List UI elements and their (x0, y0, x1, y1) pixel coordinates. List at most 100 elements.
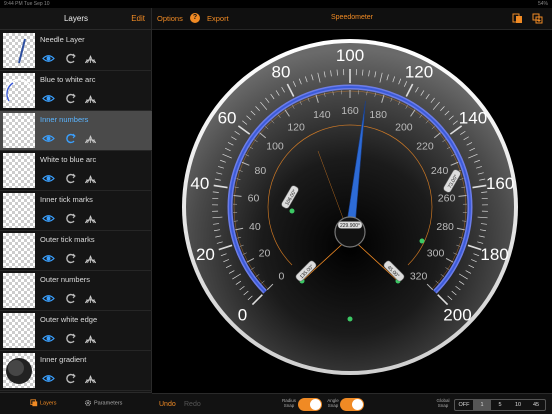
link-icon[interactable] (64, 91, 77, 104)
layer-thumbnail (3, 73, 35, 108)
snap-option[interactable]: OFF (455, 400, 473, 410)
grid-icon[interactable] (84, 291, 97, 304)
eye-icon[interactable] (42, 371, 55, 382)
edit-button[interactable]: Edit (131, 14, 145, 23)
center-angle-text: 229.900° (340, 223, 360, 229)
undo-button[interactable]: Undo (159, 401, 176, 408)
tab-parameters[interactable]: Parameters (84, 399, 122, 407)
global-snap-label: Global Snap (436, 398, 450, 408)
eye-icon[interactable] (42, 251, 55, 262)
eye-icon[interactable] (42, 171, 55, 182)
grid-icon[interactable] (84, 371, 97, 384)
angle-snap-toggle[interactable] (340, 398, 364, 411)
inner-number: 40 (249, 221, 261, 233)
design-canvas[interactable]: 0 20 40 60 80 100 120 140 160 180 200 0 20 40 60 80 100… (152, 31, 552, 393)
inner-number: 140 (313, 109, 331, 121)
snap-option[interactable]: 45 (527, 400, 545, 410)
layer-thumbnail (3, 273, 35, 308)
layer-row[interactable]: Inner tick marks (0, 191, 152, 231)
link-icon[interactable] (64, 171, 77, 184)
layer-thumbnail (3, 193, 35, 228)
layer-controls (42, 171, 102, 184)
layer-name: Inner numbers (40, 115, 89, 124)
outer-number: 160 (486, 174, 514, 193)
global-snap-selector: OFF 1 5 10 45 (454, 399, 546, 411)
layer-name: Outer numbers (40, 275, 91, 284)
top-toolbar: Options ? Export Speedometer (152, 8, 552, 30)
inner-number: 120 (287, 121, 305, 133)
outer-number: 80 (272, 63, 291, 82)
duplicate-icon[interactable] (532, 13, 543, 24)
layer-thumbnail (3, 33, 35, 68)
status-bar: 9:44 PM Tue Sep 10 54% (0, 0, 552, 8)
inner-number: 260 (438, 192, 456, 204)
grid-icon[interactable] (84, 131, 97, 144)
radius-snap-toggle[interactable] (298, 398, 322, 411)
eye-icon[interactable] (42, 51, 55, 62)
layer-controls (42, 291, 102, 304)
handle-bottom[interactable] (347, 316, 353, 322)
outer-number: 0 (238, 305, 247, 324)
inner-number: 0 (278, 271, 284, 283)
snap-option[interactable]: 5 (491, 400, 509, 410)
grid-icon[interactable] (84, 171, 97, 184)
layer-row[interactable]: White to blue arc (0, 151, 152, 191)
outer-number: 40 (190, 174, 209, 193)
layer-controls (42, 51, 102, 64)
layer-row[interactable]: Outer white edge (0, 311, 152, 351)
layer-controls (42, 331, 102, 344)
link-icon[interactable] (64, 291, 77, 304)
inner-number: 20 (259, 248, 271, 260)
grid-icon[interactable] (84, 51, 97, 64)
handle-far-right[interactable] (419, 238, 425, 244)
layer-row[interactable]: Needle Layer (0, 31, 152, 71)
layer-row[interactable]: Outer tick marks (0, 231, 152, 271)
center-angle-label: 229.900° (337, 221, 363, 229)
layer-thumbnail (3, 233, 35, 268)
link-icon[interactable] (64, 251, 77, 264)
layer-thumbnail (3, 153, 35, 188)
layer-controls (42, 131, 102, 144)
sidebar-title: Layers (63, 14, 88, 23)
outer-number: 60 (218, 109, 237, 128)
layers-icon (30, 399, 38, 407)
grid-icon[interactable] (84, 211, 97, 224)
link-icon[interactable] (64, 51, 77, 64)
outer-number: 20 (196, 245, 215, 264)
layer-name: Blue to white arc (40, 75, 96, 84)
eye-icon[interactable] (42, 331, 55, 342)
redo-button[interactable]: Redo (184, 401, 201, 408)
tab-layers[interactable]: Layers (30, 399, 57, 407)
speedometer-gauge[interactable]: 020406080100120140160180200 020406080100… (180, 37, 520, 377)
outer-number: 100 (336, 46, 364, 65)
layer-row[interactable]: Inner gradient (0, 351, 152, 391)
gear-icon (84, 399, 92, 407)
handle-far-left[interactable] (289, 208, 295, 214)
grid-icon[interactable] (84, 91, 97, 104)
inner-number: 80 (255, 165, 267, 177)
bottom-bar: Undo Redo Radius Snap Angle Snap Global … (152, 393, 552, 414)
snap-option[interactable]: 1 (473, 400, 491, 410)
link-icon[interactable] (64, 131, 77, 144)
link-icon[interactable] (64, 371, 77, 384)
layer-controls (42, 91, 102, 104)
link-icon[interactable] (64, 211, 77, 224)
eye-icon[interactable] (42, 131, 55, 142)
sidebar-header: Layers Edit (0, 8, 152, 30)
eye-icon[interactable] (42, 211, 55, 222)
inner-number: 60 (248, 192, 260, 204)
layer-thumbnail (3, 313, 35, 348)
snap-option[interactable]: 10 (509, 400, 527, 410)
link-icon[interactable] (64, 331, 77, 344)
grid-icon[interactable] (84, 251, 97, 264)
eye-icon[interactable] (42, 291, 55, 302)
grid-icon[interactable] (84, 331, 97, 344)
layer-controls (42, 371, 102, 384)
copy-layer-icon[interactable] (512, 13, 523, 24)
eye-icon[interactable] (42, 91, 55, 102)
layer-row[interactable]: Outer numbers (0, 271, 152, 311)
layer-row[interactable]: Blue to white arc (0, 71, 152, 111)
inner-number: 280 (436, 221, 454, 233)
layer-row[interactable]: Inner numbers (0, 111, 152, 151)
inner-number: 180 (369, 109, 387, 121)
